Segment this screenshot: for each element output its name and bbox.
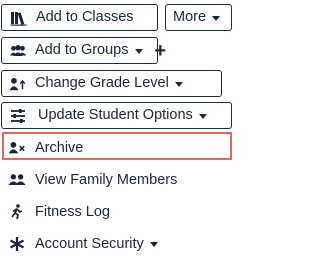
add-to-groups-label: Add to Groups (35, 42, 129, 59)
change-grade-level-button[interactable]: Change Grade Level (1, 70, 222, 97)
update-student-options-label: Update Student Options (38, 107, 193, 124)
menu-item-label: Archive (35, 140, 84, 156)
asterisk-icon (8, 236, 26, 252)
chevron-down-icon (134, 48, 143, 54)
users-icon (8, 172, 26, 188)
add-to-classes-label: Add to Classes (36, 9, 134, 26)
running-icon (8, 204, 26, 220)
sliders-icon (9, 108, 27, 124)
add-to-groups-button[interactable]: Add to Groups + (1, 37, 166, 64)
more-dropdown-menu: Archive View Family Members Fitness Log (0, 130, 234, 253)
chevron-down-icon (174, 81, 183, 87)
books-icon (10, 10, 28, 26)
menu-item-view-family-members[interactable]: View Family Members (0, 164, 234, 196)
menu-item-label: Fitness Log (35, 204, 110, 220)
chevron-down-icon (149, 242, 158, 247)
more-label: More (173, 9, 207, 26)
chevron-down-icon (198, 113, 207, 119)
user-arrow-icon (9, 76, 27, 92)
menu-item-account-security[interactable]: Account Security (0, 228, 234, 260)
more-button[interactable]: More (165, 4, 232, 31)
users-icon (9, 43, 27, 59)
menu-item-archive[interactable]: Archive (0, 132, 234, 164)
menu-item-fitness-log[interactable]: Fitness Log (0, 196, 234, 228)
add-to-classes-button[interactable]: Add to Classes (1, 4, 158, 31)
change-grade-level-label: Change Grade Level (35, 75, 169, 92)
chevron-down-icon (212, 15, 221, 21)
user-x-icon (8, 140, 26, 156)
menu-item-label: View Family Members (35, 172, 178, 188)
update-student-options-button[interactable]: Update Student Options (1, 102, 232, 129)
menu-item-label: Account Security (35, 236, 144, 252)
add-group-plus-button[interactable]: + (155, 41, 167, 61)
